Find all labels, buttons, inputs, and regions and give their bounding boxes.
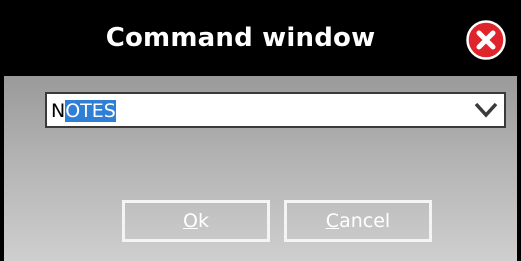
window-title: Command window (105, 23, 376, 53)
title-bar: Command window (0, 0, 521, 76)
dropdown-button[interactable] (474, 100, 498, 120)
command-window: Command window NOTES Ok Cancel (0, 0, 521, 261)
ok-label-rest: k (197, 210, 209, 232)
dialog-body: NOTES Ok Cancel (4, 76, 517, 261)
cancel-button[interactable]: Cancel (284, 200, 432, 242)
close-icon (466, 20, 506, 60)
chevron-down-icon (474, 102, 498, 118)
command-combobox[interactable]: NOTES (45, 92, 506, 128)
ok-mnemonic: O (183, 210, 198, 232)
command-value-unselected: N (51, 100, 66, 122)
cancel-mnemonic: C (325, 210, 340, 232)
command-value-selected: OTES (65, 100, 116, 122)
close-button[interactable] (466, 20, 506, 60)
cancel-label-rest: ancel (339, 210, 391, 232)
command-input[interactable]: NOTES (51, 99, 116, 123)
ok-button[interactable]: Ok (122, 200, 270, 242)
